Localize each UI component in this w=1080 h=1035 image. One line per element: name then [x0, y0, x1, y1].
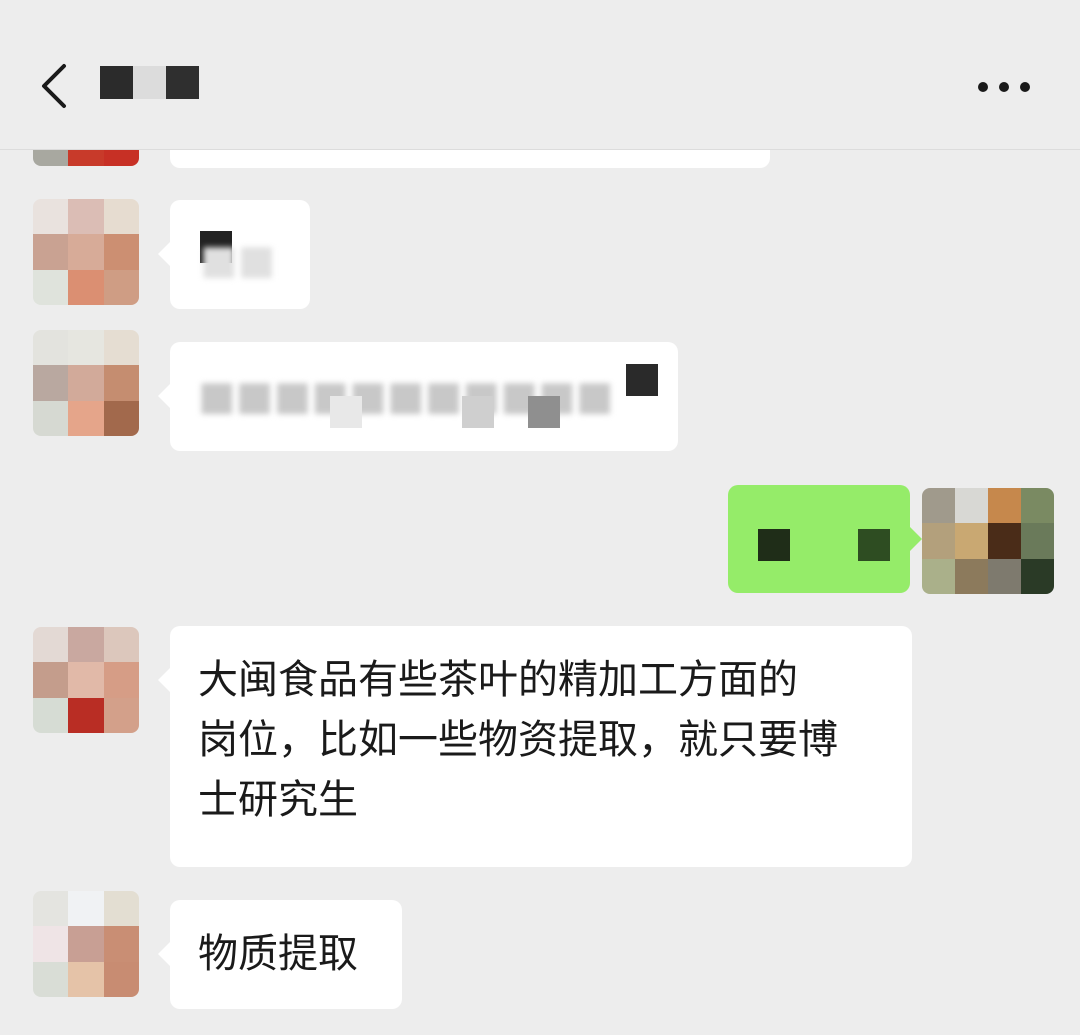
message-bubble[interactable]: ■■: [158, 200, 310, 309]
mosaic-block: [330, 396, 362, 428]
mosaic-block: [858, 529, 890, 561]
message-text: 物质提取: [198, 931, 358, 977]
avatar[interactable]: [33, 330, 139, 436]
contact-name: [100, 66, 199, 99]
message-bubble[interactable]: ■■■■■■■■■■■: [158, 342, 678, 451]
more-horizontal-icon[interactable]: [978, 80, 1030, 94]
chat-header: [0, 0, 1080, 150]
chevron-left-icon[interactable]: [38, 62, 82, 110]
chat-area: ■■ ■■■■■■■■■■■ 大闽食品有些茶叶的精加工方面的 岗位，比如一些物资…: [0, 0, 1080, 1035]
message-bubble-sent[interactable]: [728, 485, 922, 593]
blurred-text: ■■: [200, 237, 276, 283]
message-bubble[interactable]: 大闽食品有些茶叶的精加工方面的 岗位，比如一些物资提取，就只要博 士研究生: [158, 626, 912, 867]
avatar[interactable]: [33, 627, 139, 733]
message-line: 岗位，比如一些物资提取，就只要博: [198, 717, 838, 763]
mosaic-block: [462, 396, 494, 428]
avatar[interactable]: [33, 199, 139, 305]
mosaic-block: [528, 396, 560, 428]
message-line: 大闽食品有些茶叶的精加工方面的: [198, 657, 798, 703]
message-bubble[interactable]: 物质提取: [158, 900, 402, 1009]
message-line: 士研究生: [198, 777, 358, 823]
mosaic-block: [626, 364, 658, 396]
mosaic-block: [758, 529, 790, 561]
avatar[interactable]: [33, 891, 139, 997]
my-avatar[interactable]: [922, 488, 1054, 594]
